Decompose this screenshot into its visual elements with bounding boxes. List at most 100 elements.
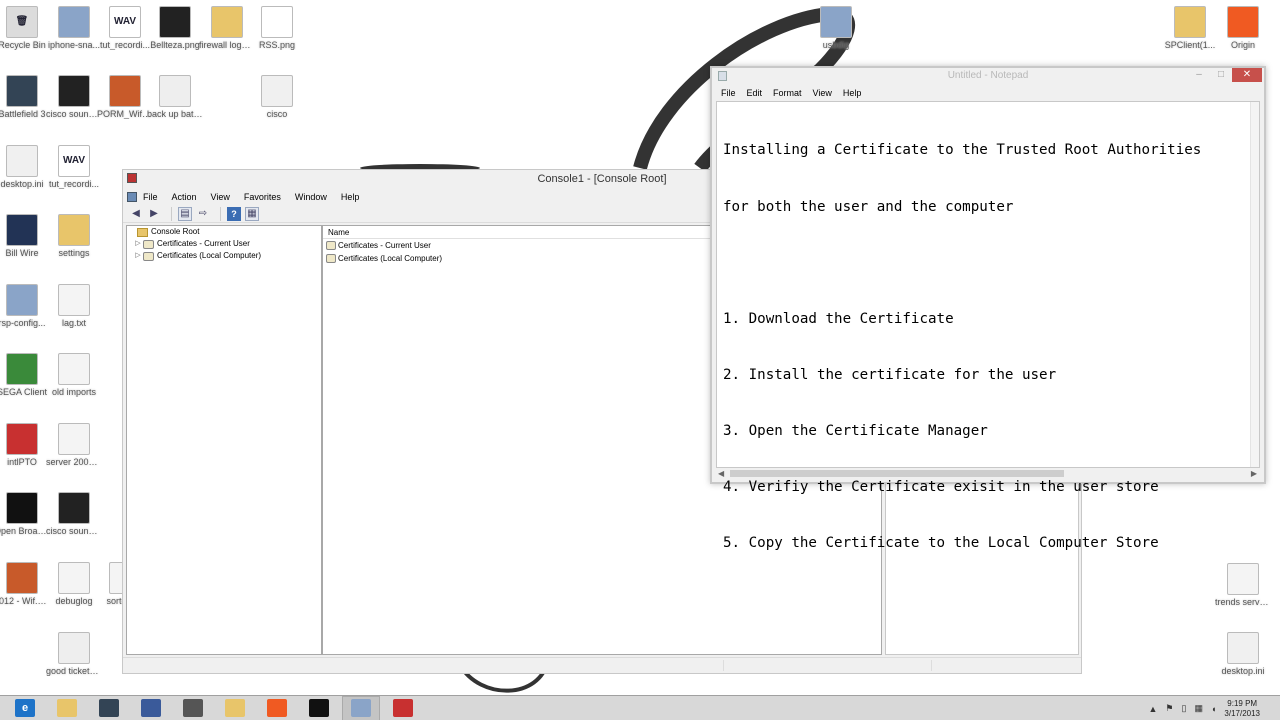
- console-tree-pane[interactable]: Console Root ▷ Certificates - Current Us…: [126, 225, 322, 655]
- desktop-icon[interactable]: Origin: [1215, 6, 1271, 50]
- taskbar-button[interactable]: [90, 696, 128, 720]
- maximize-icon[interactable]: □: [1210, 68, 1232, 82]
- back-arrow-icon[interactable]: ◀: [129, 207, 143, 221]
- desktop-icon[interactable]: usbdig: [808, 6, 864, 50]
- desktop-icon[interactable]: old imports: [46, 353, 102, 397]
- desktop-file-icon: [109, 75, 141, 107]
- desktop-file-icon: [6, 562, 38, 594]
- desktop-file-icon: [6, 284, 38, 316]
- desktop-icon-label: RSS.png: [258, 40, 296, 50]
- show-hide-tree-icon[interactable]: ▤: [178, 206, 192, 221]
- volume-icon[interactable]: ◖: [1211, 704, 1216, 714]
- action-center-flag-icon[interactable]: ⚑: [1165, 703, 1173, 714]
- notepad-title-bar[interactable]: Untitled - Notepad – □ ✕: [712, 68, 1264, 84]
- desktop-icon[interactable]: RSS.png: [249, 6, 305, 50]
- desktop-icon[interactable]: rsp-config...: [0, 284, 50, 328]
- mmc-menu-window[interactable]: Window: [295, 192, 327, 202]
- taskbar-button[interactable]: [342, 695, 380, 720]
- desktop-icon[interactable]: PORM_Wif_l...: [97, 75, 153, 119]
- desktop-icon[interactable]: server 2007 logs.txt: [46, 423, 102, 467]
- horizontal-scroll-thumb[interactable]: [730, 470, 1064, 477]
- notepad-menu-format[interactable]: Format: [773, 88, 802, 98]
- desktop-icon[interactable]: SPClient(1...: [1162, 6, 1218, 50]
- desktop-icon[interactable]: iphone-sna...: [46, 6, 102, 50]
- help-icon[interactable]: ?: [227, 206, 241, 221]
- desktop-icon-label: desktop.ini: [0, 179, 44, 189]
- expand-arrow-icon[interactable]: ▷: [133, 250, 143, 262]
- taskbar-button[interactable]: [132, 696, 170, 720]
- desktop-icon-label: settings: [58, 248, 90, 258]
- desktop-file-icon: [261, 6, 293, 38]
- taskbar-button[interactable]: [258, 696, 296, 720]
- desktop-icon-label: rsp-config...: [0, 318, 46, 328]
- desktop-icon[interactable]: good tickets doc...: [46, 632, 102, 676]
- notepad-menu-file[interactable]: File: [721, 88, 736, 98]
- desktop-icon[interactable]: desktop.ini: [0, 145, 50, 189]
- mmc-menu-favorites[interactable]: Favorites: [244, 192, 281, 202]
- notepad-menu-help[interactable]: Help: [843, 88, 862, 98]
- scroll-right-icon[interactable]: ▶: [1251, 468, 1257, 479]
- taskbar-button[interactable]: [174, 696, 212, 720]
- notepad-menu-view[interactable]: View: [813, 88, 832, 98]
- taskbar-button[interactable]: [300, 696, 338, 720]
- power-icon[interactable]: ▯: [1182, 703, 1187, 714]
- taskbar-button[interactable]: [48, 696, 86, 720]
- desktop-icon[interactable]: 🗑 Recycle Bin: [0, 6, 50, 50]
- desktop-icon[interactable]: WAV tut_recordi...: [46, 145, 102, 189]
- certificate-snapin-icon: [326, 254, 336, 263]
- desktop-icon[interactable]: 2012 - Wif.pdf: [0, 562, 50, 606]
- desktop-file-icon: [58, 6, 90, 38]
- export-list-icon[interactable]: ⇨: [196, 207, 210, 221]
- steam-icon: [183, 699, 203, 717]
- network-tray-icon[interactable]: ▦: [1194, 703, 1203, 714]
- desktop-icon[interactable]: WAV tut_recordi...: [97, 6, 153, 50]
- expand-arrow-icon[interactable]: ▷: [133, 238, 143, 250]
- desktop-icon[interactable]: debuglog: [46, 562, 102, 606]
- desktop-icon[interactable]: lag.txt: [46, 284, 102, 328]
- minimize-icon[interactable]: –: [1188, 68, 1210, 82]
- desktop-icon[interactable]: Bellteza.png: [147, 6, 203, 50]
- notepad-line: for both the user and the computer: [723, 198, 1014, 215]
- desktop-icon[interactable]: cisco: [249, 75, 305, 119]
- desktop-icon[interactable]: Open Broadcast...: [0, 492, 50, 536]
- folder-icon: [137, 227, 148, 237]
- desktop-icon[interactable]: Battlefield 3: [0, 75, 50, 119]
- mmc-menu-file[interactable]: File: [143, 192, 158, 202]
- desktop-file-icon: WAV: [109, 6, 141, 38]
- notepad-menu-edit[interactable]: Edit: [747, 88, 763, 98]
- desktop-icon[interactable]: back up battlelog.png: [147, 75, 203, 119]
- desktop-icon-label: tut_recordi...: [99, 40, 151, 50]
- mmc-menu-action[interactable]: Action: [172, 192, 197, 202]
- desktop-icon[interactable]: intlPTO: [0, 423, 50, 467]
- desktop-icon[interactable]: cisco sound 1.png: [46, 492, 102, 536]
- notepad-text-area[interactable]: Installing a Certificate to the Trusted …: [716, 101, 1260, 551]
- horizontal-scrollbar[interactable]: ◀ ▶: [716, 468, 1260, 479]
- taskbar-button[interactable]: [216, 696, 254, 720]
- close-icon[interactable]: ✕: [1232, 68, 1262, 82]
- mmc-system-menu-icon[interactable]: [127, 191, 137, 202]
- battlefield-icon: [99, 699, 119, 717]
- mmc-menu-view[interactable]: View: [211, 192, 230, 202]
- taskbar-button[interactable]: e: [6, 696, 44, 720]
- scroll-left-icon[interactable]: ◀: [718, 468, 724, 479]
- desktop-icon[interactable]: desktop.ini: [1215, 632, 1271, 676]
- tree-item-certificates-local-computer[interactable]: ▷ Certificates (Local Computer): [127, 250, 321, 262]
- show-hidden-icons-icon[interactable]: ▲: [1149, 704, 1158, 714]
- tree-item-console-root[interactable]: Console Root: [127, 226, 321, 238]
- vertical-scrollbar[interactable]: [1250, 102, 1259, 467]
- notepad-window-title: Untitled - Notepad: [947, 70, 1029, 81]
- show-action-pane-icon[interactable]: ▦: [245, 206, 259, 221]
- tree-item-certificates-current-user[interactable]: ▷ Certificates - Current User: [127, 238, 321, 250]
- desktop-icon[interactable]: settings: [46, 214, 102, 258]
- desktop-icon[interactable]: firewall logs.zip: [199, 6, 255, 50]
- desktop-icon-label: Battlefield 3: [0, 109, 46, 119]
- clock[interactable]: 9:19 PM 3/17/2013: [1224, 699, 1260, 719]
- desktop-icon-label: Bill Wire: [5, 248, 39, 258]
- desktop-icon[interactable]: SEGA Client: [0, 353, 50, 397]
- forward-arrow-icon[interactable]: ▶: [147, 207, 161, 221]
- taskbar-button[interactable]: [384, 696, 422, 720]
- desktop-icon[interactable]: cisco sound 3.png: [46, 75, 102, 119]
- mmc-menu-help[interactable]: Help: [341, 192, 360, 202]
- notepad-window[interactable]: Untitled - Notepad – □ ✕ File Edit Forma…: [710, 66, 1266, 551]
- desktop-icon[interactable]: Bill Wire: [0, 214, 50, 258]
